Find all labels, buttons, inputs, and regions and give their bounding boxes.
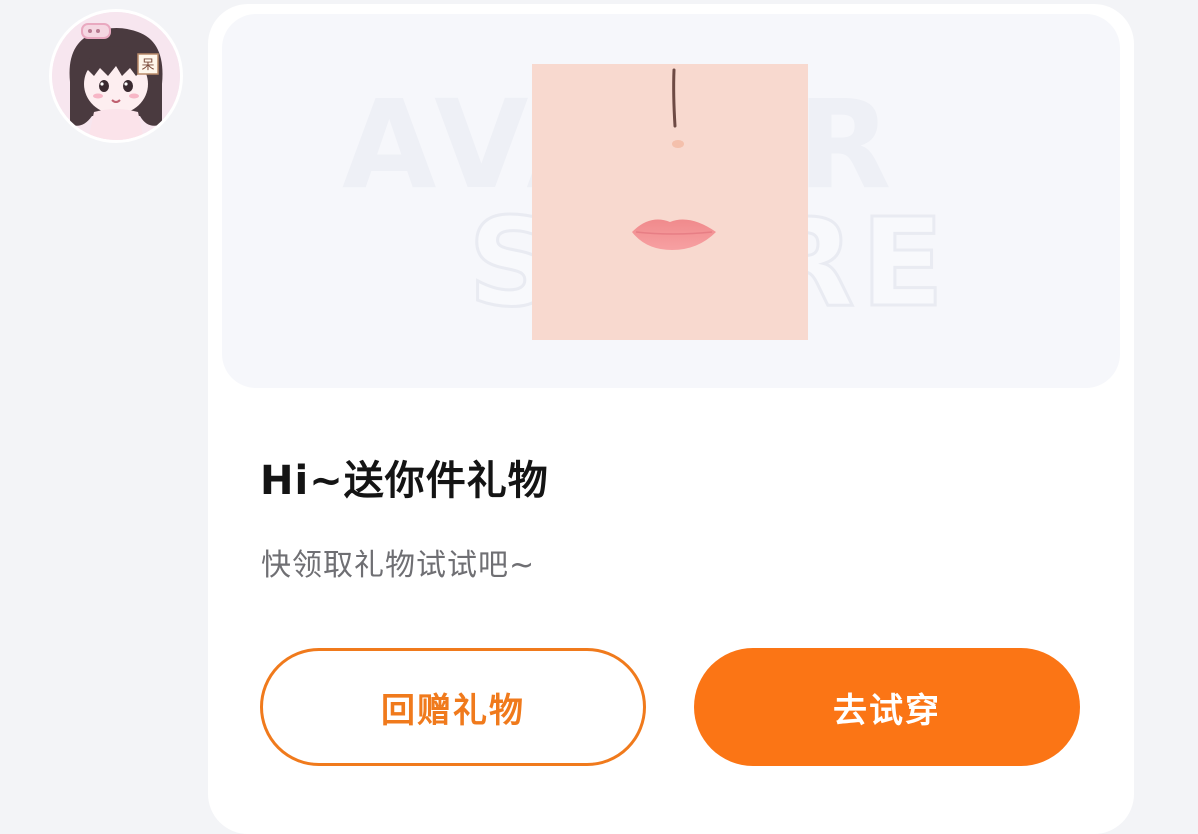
try-on-button[interactable]: 去试穿 [694,648,1080,766]
sender-avatar[interactable]: 呆 [52,12,180,140]
gift-title: Hi~送你件礼物 [260,458,549,504]
gift-preview: AVATAR STORE [222,14,1120,388]
face-makeup-item-icon [532,64,808,340]
return-gift-button[interactable]: 回赠礼物 [260,648,646,766]
avatar-badge-text: 呆 [141,58,154,73]
gift-subtitle: 快领取礼物试试吧~ [261,548,536,583]
gift-card: AVATAR STORE Hi~送你件礼物 快领取礼物试试吧~ 回赠礼物 去试穿 [208,4,1134,834]
cartoon-girl-avatar-icon: 呆 [52,12,180,140]
